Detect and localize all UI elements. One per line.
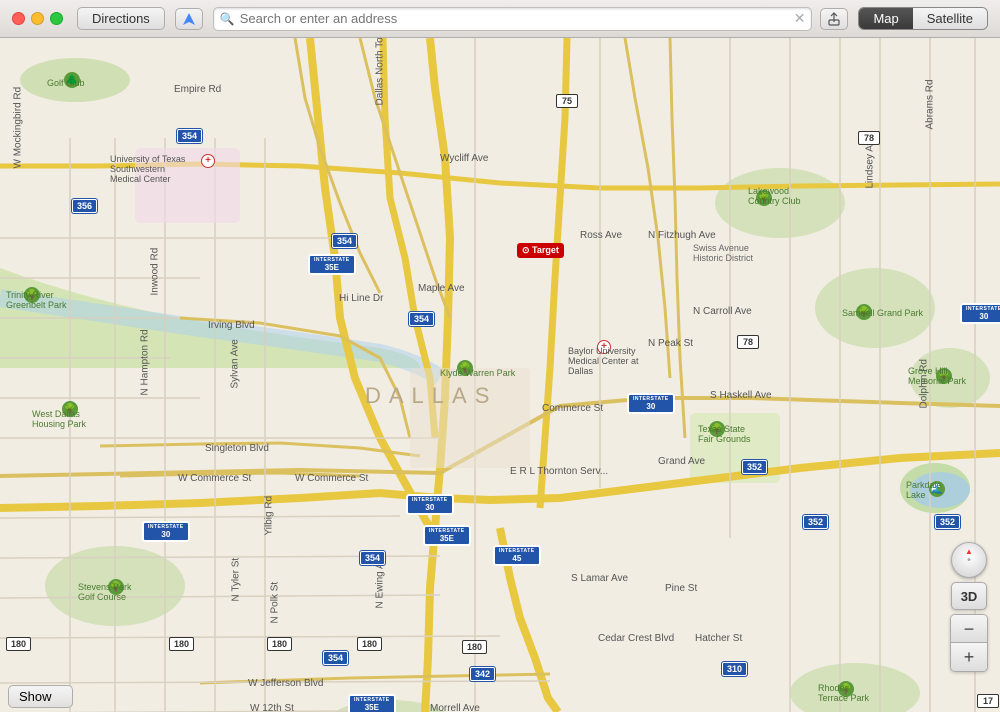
map-view-button[interactable]: Map (859, 8, 912, 29)
compass-dot: ● (967, 557, 971, 564)
map-container[interactable]: DALLAS 🌲 🌳 🌳 🌳 🌳 🌳 🌳 🌊 🌳 🌳 🐘 🌳 + + ⊙ Tar… (0, 38, 1000, 712)
compass-north-label: ▲ (965, 547, 973, 556)
maximize-button[interactable] (50, 12, 63, 25)
location-button[interactable] (175, 8, 203, 30)
map-controls: ▲ ● 3D − + (950, 542, 988, 672)
view-toggle: Map Satellite (858, 7, 988, 30)
clear-search-button[interactable]: ✕ (794, 10, 806, 27)
search-bar: 🔍 ✕ (213, 7, 813, 31)
titlebar: Directions 🔍 ✕ Map Satellite (0, 0, 1000, 38)
search-icon: 🔍 (220, 12, 235, 26)
zoom-in-button[interactable]: + (951, 643, 987, 671)
zoom-controls: − + (950, 614, 988, 672)
minimize-button[interactable] (31, 12, 44, 25)
share-icon (827, 12, 841, 26)
share-button[interactable] (820, 8, 848, 30)
directions-button[interactable]: Directions (77, 7, 165, 30)
map-svg (0, 38, 1000, 712)
show-dropdown-wrapper[interactable]: Show (8, 685, 73, 708)
compass-button[interactable]: ▲ ● (951, 542, 987, 578)
bottom-bar: Show (0, 680, 200, 712)
location-icon (182, 12, 196, 26)
satellite-view-button[interactable]: Satellite (913, 8, 987, 29)
show-dropdown[interactable]: Show (8, 685, 73, 708)
threed-button[interactable]: 3D (951, 582, 987, 610)
zoom-out-button[interactable]: − (951, 615, 987, 643)
search-input[interactable] (240, 11, 794, 26)
traffic-lights (12, 12, 63, 25)
close-button[interactable] (12, 12, 25, 25)
